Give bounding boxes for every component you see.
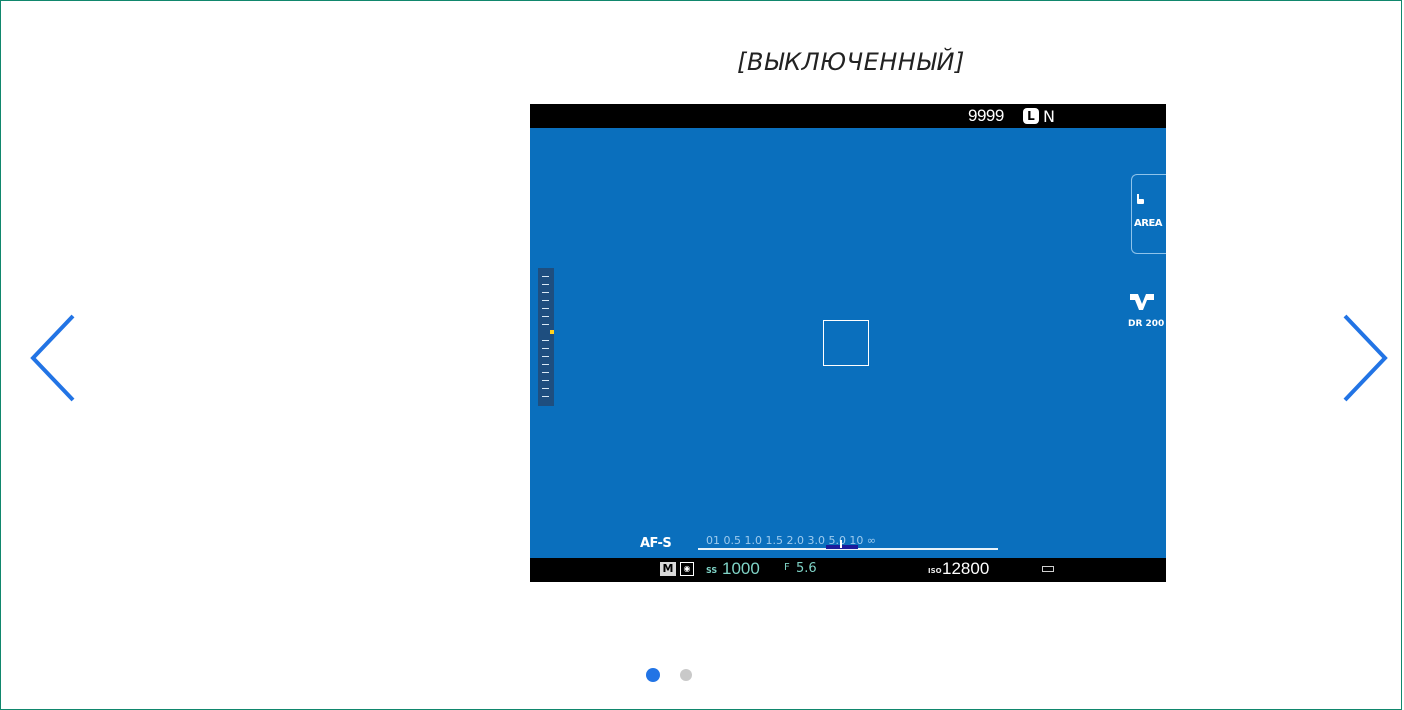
- prev-slide-button[interactable]: [28, 312, 78, 404]
- exposure-tick: [542, 372, 549, 373]
- exposure-scale: [538, 268, 554, 406]
- shutter-speed: 1000: [722, 559, 760, 578]
- shutter-prefix: SS: [706, 566, 718, 575]
- exposure-tick: [542, 324, 549, 325]
- chevron-left-icon: [30, 314, 75, 402]
- image-quality: N: [1043, 107, 1055, 126]
- focus-distance-marker: [840, 540, 842, 548]
- slide-caption: [ВЫКЛЮЧЕННЫЙ]: [737, 48, 965, 76]
- iso-prefix: ISO: [928, 567, 942, 575]
- frames-remaining: 9999: [968, 106, 1004, 125]
- focus-frame: [823, 320, 869, 366]
- exposure-tick: [542, 348, 549, 349]
- exposure-tick: [542, 380, 549, 381]
- exposure-tick: [542, 396, 549, 397]
- exposure-tick: [542, 308, 549, 309]
- iso-value: 12800: [942, 559, 990, 578]
- exposure-tick: [542, 284, 549, 285]
- depth-of-field-indicator: [826, 545, 858, 549]
- focus-point-icon: [1137, 194, 1144, 204]
- camera-top-bar: 9999 L N: [530, 104, 1166, 128]
- camera-display: 9999 L N AREA DR 200 AF-S 01 0.5 1.0 1.5…: [530, 104, 1166, 582]
- focus-area-tab: [1131, 174, 1166, 254]
- dynamic-range-label: DR 200: [1128, 319, 1165, 329]
- exposure-tick: [542, 276, 549, 277]
- chevron-right-icon: [1343, 314, 1388, 402]
- pagination-dot[interactable]: [680, 669, 692, 681]
- exposure-tick: [542, 316, 549, 317]
- exposure-indicator: [550, 330, 554, 334]
- next-slide-button[interactable]: [1340, 312, 1390, 404]
- pagination-dot-active[interactable]: [646, 668, 660, 682]
- metering-icon: ◉: [680, 562, 694, 576]
- exposure-tick: [542, 292, 549, 293]
- aperture-prefix: F: [784, 562, 790, 573]
- image-size-badge: L: [1023, 108, 1039, 124]
- exposure-tick: [542, 356, 549, 357]
- exposure-tick: [542, 364, 549, 365]
- camera-bottom-bar: M ◉ SS 1000 F 5.6 ISO 12800: [530, 558, 1166, 582]
- af-mode-label: AF-S: [640, 536, 672, 551]
- exposure-tick: [542, 388, 549, 389]
- exposure-tick: [542, 300, 549, 301]
- aperture-value: 5.6: [796, 561, 817, 576]
- exposure-tick: [542, 340, 549, 341]
- focus-area-label: AREA: [1134, 218, 1163, 229]
- battery-icon: [1042, 566, 1054, 572]
- shooting-mode-badge: M: [660, 562, 676, 576]
